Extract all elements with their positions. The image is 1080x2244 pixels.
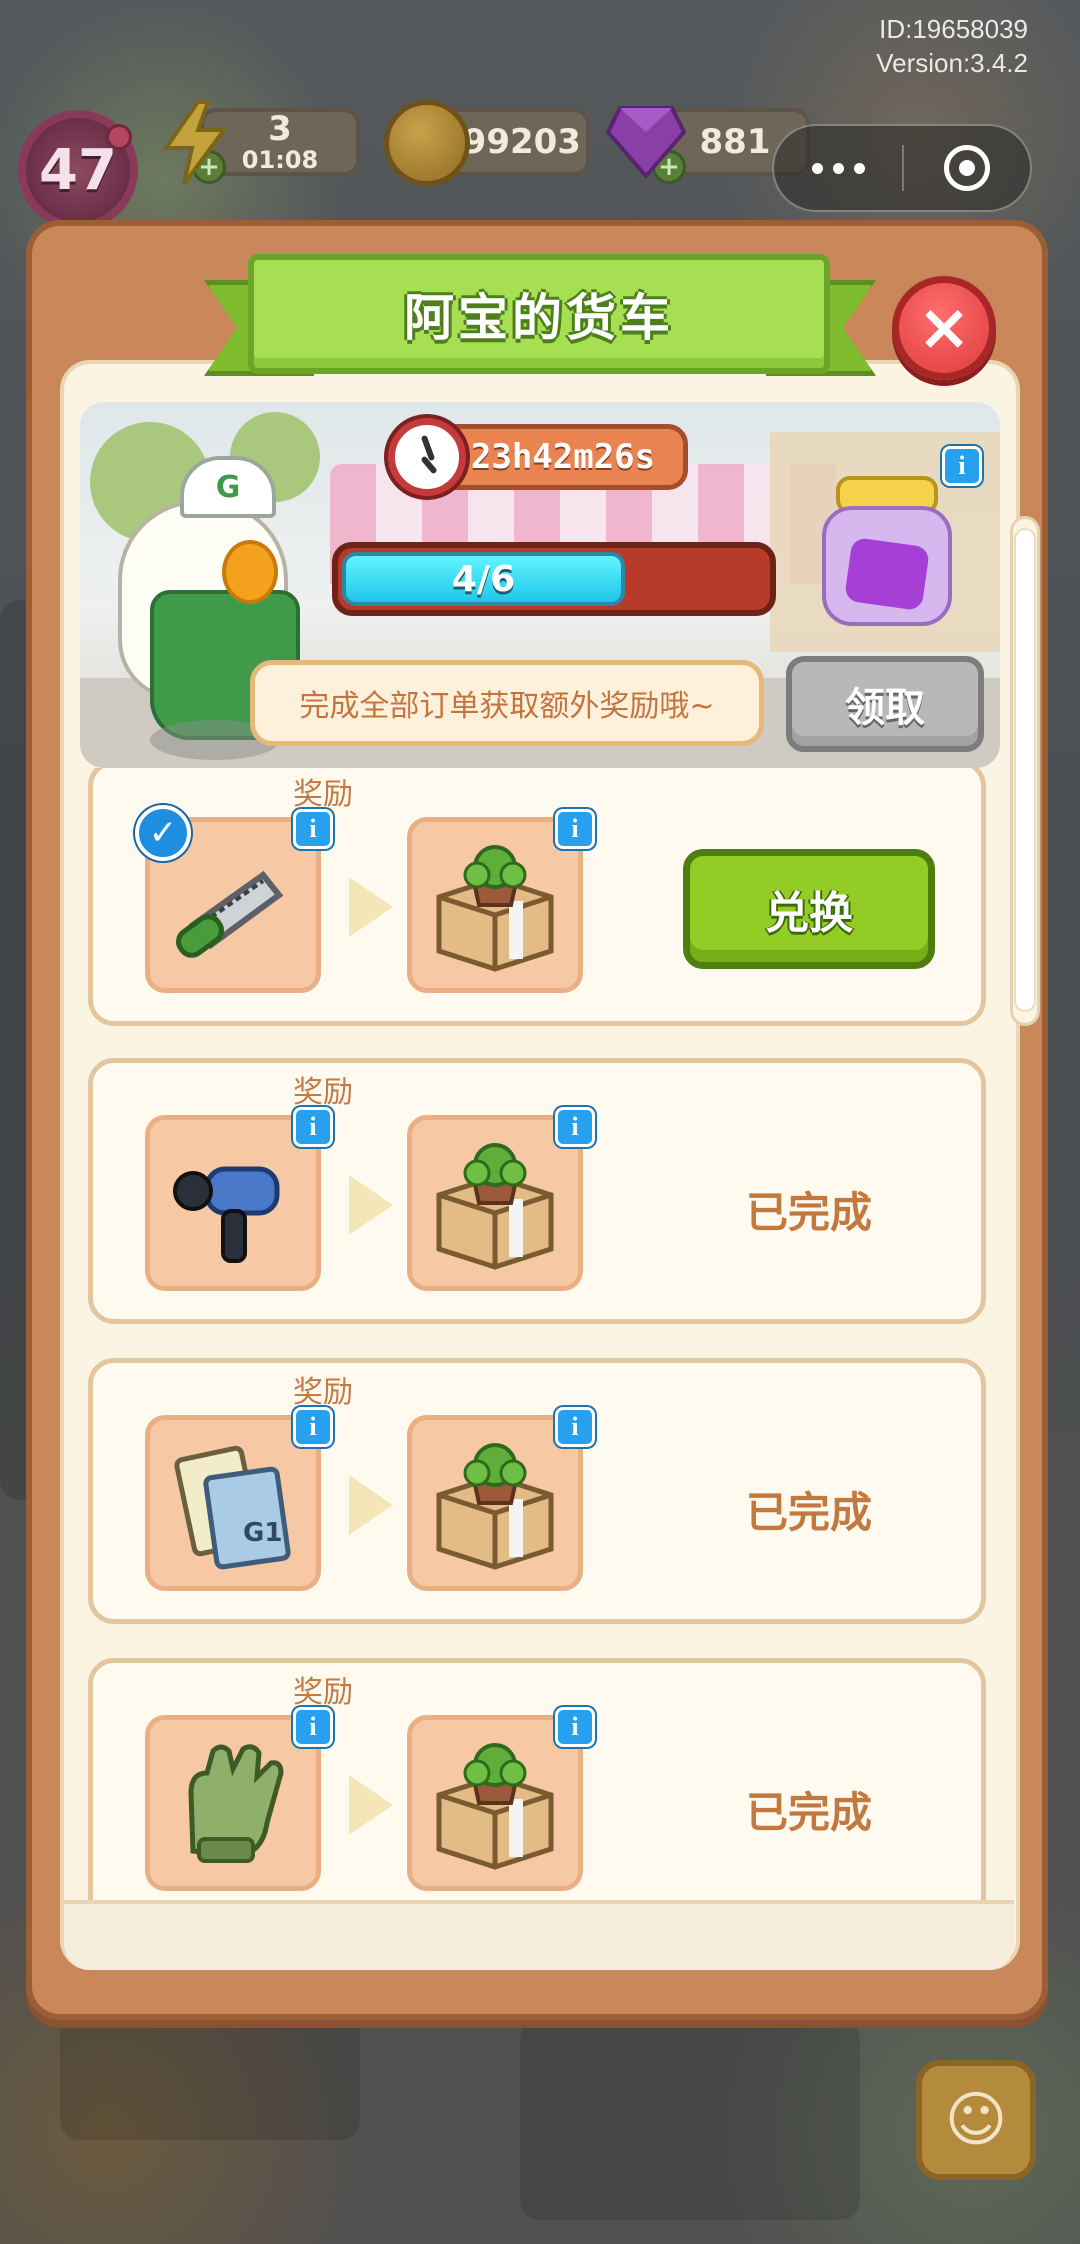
plant-box-icon xyxy=(436,1743,554,1870)
reward-label: 奖励 xyxy=(293,1375,353,1410)
arrow-right-icon xyxy=(349,1475,393,1535)
order-row: 奖励 G1 i i 已完成 xyxy=(88,1358,986,1624)
title-ribbon: 阿宝的货车 xyxy=(248,254,830,374)
completed-status: 已完成 xyxy=(745,1788,872,1837)
chat-icon[interactable]: ☺ xyxy=(916,2060,1036,2180)
gem-jar-reward[interactable] xyxy=(822,476,952,626)
info-glyph: i xyxy=(571,1412,579,1441)
arrow-right-icon xyxy=(349,1775,393,1835)
plant-box-icon xyxy=(436,1143,554,1270)
energy-timer: 01:08 xyxy=(241,146,319,174)
mini-program-capsule xyxy=(772,124,1032,212)
reward-label: 奖励 xyxy=(293,1675,353,1710)
panel-footer xyxy=(64,1900,1014,1970)
item-info-icon[interactable]: i xyxy=(293,1107,333,1147)
item-info-icon[interactable]: i xyxy=(293,809,333,849)
scrollbar-thumb[interactable] xyxy=(1016,530,1034,1010)
massage-gun-icon xyxy=(173,1166,280,1263)
jar-gems xyxy=(843,536,931,612)
completed-check-icon: ✓ xyxy=(135,805,191,861)
reward-label: 奖励 xyxy=(293,1075,353,1110)
exchange-label: 兑换 xyxy=(765,888,853,939)
order-progress-bar: 4/6 xyxy=(332,542,776,616)
item-info-icon[interactable]: i xyxy=(293,1707,333,1747)
panel-title: 阿宝的货车 xyxy=(404,289,674,347)
completed-status: 已完成 xyxy=(745,1488,872,1537)
clock-icon xyxy=(388,418,466,496)
order-row: 奖励 i i 已完成 xyxy=(88,1058,986,1324)
hint-text: 完成全部订单获取额外奖励哦~ xyxy=(299,689,715,724)
energy-value: 3 xyxy=(268,109,292,149)
svg-text:G1: G1 xyxy=(243,1518,282,1548)
info-glyph: i xyxy=(309,1712,317,1741)
completed-status: 已完成 xyxy=(745,1188,872,1237)
info-glyph: i xyxy=(571,814,579,843)
notification-dot xyxy=(106,124,132,150)
order-row: 奖励 i i 已完成 xyxy=(88,1658,986,1900)
arrow-right-icon xyxy=(349,877,393,937)
jar-info-icon[interactable]: i xyxy=(942,446,982,486)
player-level: 47 xyxy=(39,137,117,203)
more-options-icon[interactable] xyxy=(774,126,902,210)
gem-icon xyxy=(606,104,686,180)
scene-decor xyxy=(520,2020,860,2220)
info-glyph: i xyxy=(571,1112,579,1141)
info-glyph: i xyxy=(571,1712,579,1741)
order-list[interactable]: 奖励 ✓ i i 兑换 奖励 i i 已完成 奖励 G1 i i 已完成 奖励 … xyxy=(64,768,1014,1900)
timer-text: 23h42m26s xyxy=(470,437,656,477)
claim-button[interactable]: 领取 xyxy=(786,656,984,752)
version-text: Version:3.4.2 xyxy=(876,48,1028,78)
close-button[interactable]: × xyxy=(892,276,996,380)
plant-box-icon xyxy=(436,845,554,972)
claim-label: 领取 xyxy=(845,685,925,731)
close-miniprogram-icon[interactable] xyxy=(904,126,1030,210)
user-id-text: ID:19658039 xyxy=(879,14,1028,44)
info-glyph: i xyxy=(309,1412,317,1441)
reward-info-icon[interactable]: i xyxy=(555,1107,595,1147)
progress-label: 4/6 xyxy=(451,558,516,600)
lightning-icon xyxy=(160,100,230,186)
info-glyph: i xyxy=(958,451,966,480)
work-glove-icon xyxy=(188,1744,284,1863)
hint-bubble: 完成全部订单获取额外奖励哦~ xyxy=(250,660,764,746)
order-row: 奖励 ✓ i i 兑换 xyxy=(88,768,986,1026)
gem-value: 881 xyxy=(699,122,771,162)
exchange-button[interactable]: 兑换 xyxy=(683,849,935,969)
account-info: ID:19658039 Version:3.4.2 xyxy=(876,12,1028,80)
close-icon: × xyxy=(917,291,971,365)
info-glyph: i xyxy=(309,814,317,843)
duck-cap: G xyxy=(180,456,276,518)
coin-icon xyxy=(384,100,470,186)
duck-beak xyxy=(222,540,278,604)
reward-info-icon[interactable]: i xyxy=(555,809,595,849)
arrow-right-icon xyxy=(349,1175,393,1235)
plant-box-icon xyxy=(436,1443,554,1570)
reward-info-icon[interactable]: i xyxy=(555,1407,595,1447)
player-level-badge[interactable]: 47 xyxy=(18,110,138,230)
item-info-icon[interactable]: i xyxy=(293,1407,333,1447)
reward-info-icon[interactable]: i xyxy=(555,1707,595,1747)
notebook-magazine-icon: G1 xyxy=(174,1445,291,1570)
hacksaw-icon xyxy=(176,870,284,958)
info-glyph: i xyxy=(309,1112,317,1141)
